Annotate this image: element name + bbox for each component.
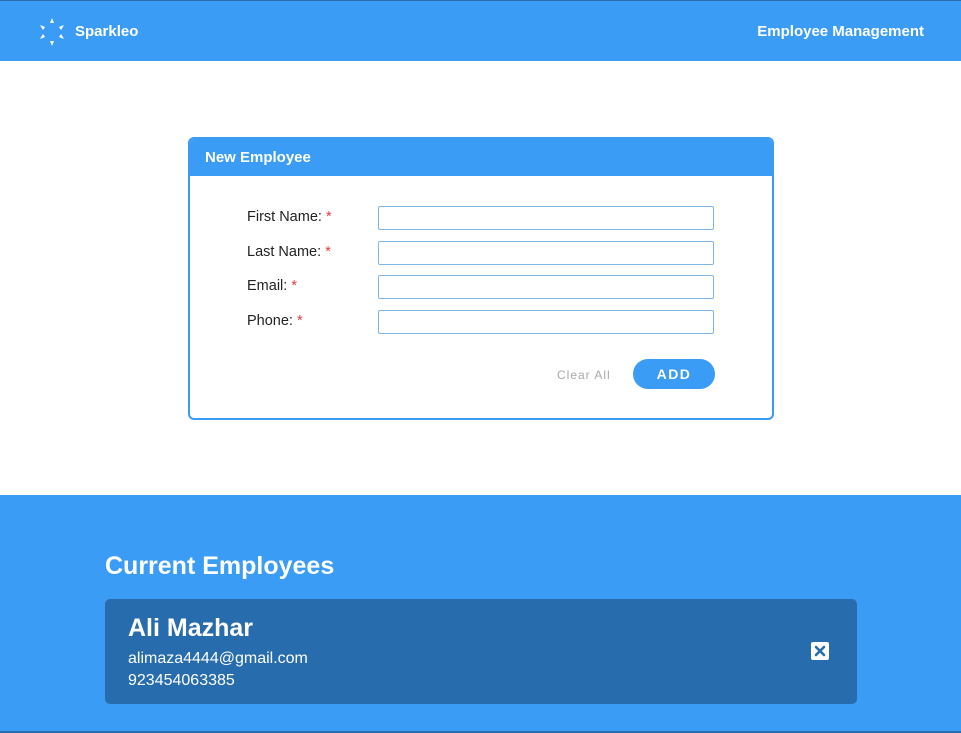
sparkle-logo-icon (40, 18, 64, 46)
last-name-label: Last Name: * (247, 244, 331, 260)
employee-card: Ali Mazhar alimaza4444@gmail.com 9234540… (105, 599, 857, 704)
employees-section: Current Employees Ali Mazhar alimaza4444… (0, 495, 961, 733)
top-header: Sparkleo Employee Management (0, 0, 961, 61)
employee-email: alimaza4444@gmail.com (128, 650, 308, 667)
form-title: New Employee (190, 139, 772, 176)
add-button[interactable]: ADD (633, 359, 715, 389)
first-name-label: First Name: * (247, 209, 332, 225)
email-label: Email: * (247, 278, 297, 294)
required-marker: * (325, 209, 332, 225)
new-employee-form: New Employee First Name: * Last Name: * … (188, 137, 774, 420)
section-title: Current Employees (105, 552, 335, 580)
clear-all-button[interactable]: Clear All (557, 368, 611, 382)
phone-input[interactable] (378, 310, 714, 334)
first-name-input[interactable] (378, 206, 714, 230)
required-marker: * (291, 278, 297, 294)
delete-employee-button[interactable] (811, 642, 829, 660)
required-marker: * (297, 313, 303, 329)
employee-phone: 923454063385 (128, 672, 235, 689)
header-title[interactable]: Employee Management (757, 23, 924, 41)
email-input[interactable] (378, 275, 714, 299)
last-name-input[interactable] (378, 241, 714, 265)
phone-label: Phone: * (247, 313, 303, 329)
close-icon (814, 645, 826, 657)
brand-name: Sparkleo (75, 23, 139, 40)
required-marker: * (325, 244, 331, 260)
employee-name: Ali Mazhar (128, 614, 254, 642)
